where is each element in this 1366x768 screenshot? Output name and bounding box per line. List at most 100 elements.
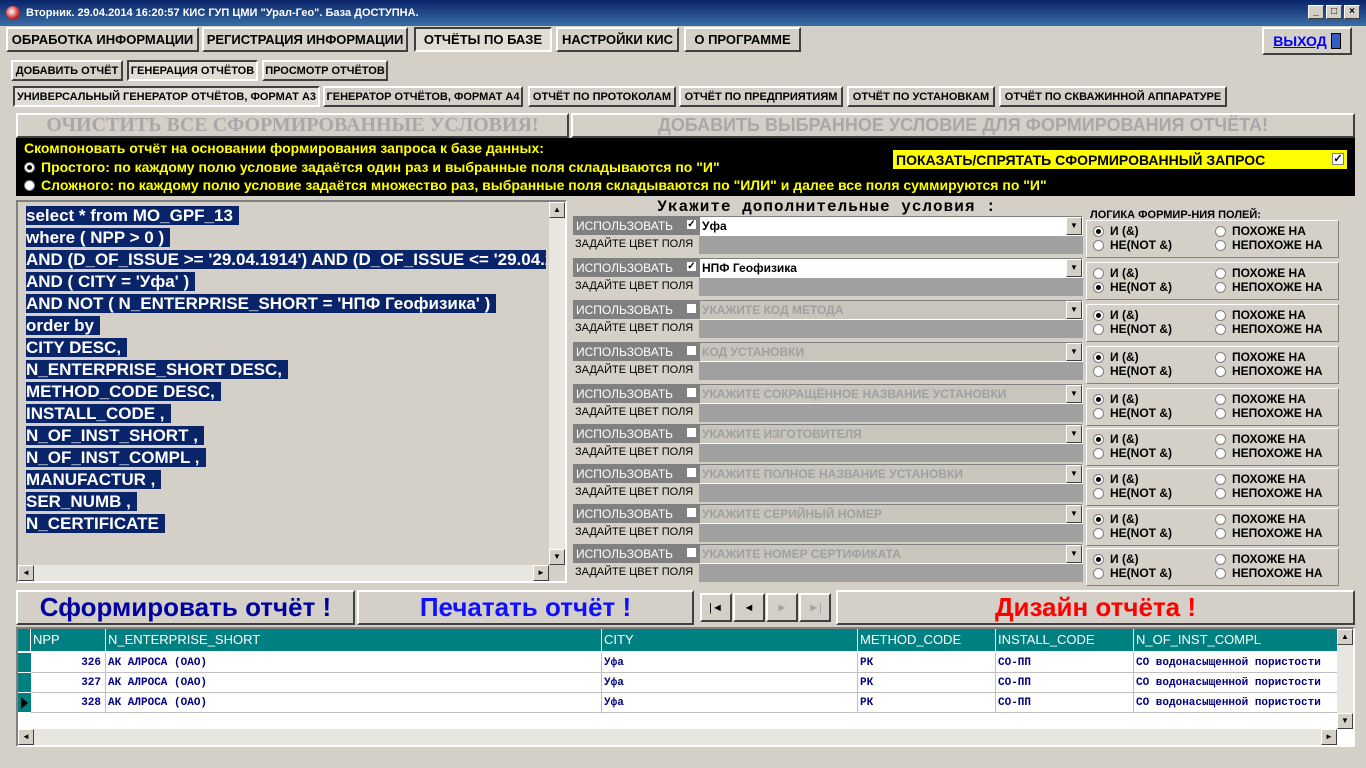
- use-condition-toggle[interactable]: ИСПОЛЬЗОВАТЬ: [573, 424, 699, 443]
- first-record-icon[interactable]: |◄: [700, 593, 732, 622]
- use-condition-toggle[interactable]: ИСПОЛЬЗОВАТЬ: [573, 544, 699, 563]
- logic-radio[interactable]: [1215, 407, 1226, 419]
- logic-radio[interactable]: [1093, 239, 1104, 251]
- grid-cell[interactable]: РК: [858, 693, 996, 713]
- grid-cell[interactable]: СО водонасыщенной пористости: [1134, 673, 1339, 693]
- set-field-color-button[interactable]: ЗАДАЙТЕ ЦВЕТ ПОЛЯ: [573, 564, 699, 581]
- chevron-down-icon[interactable]: ▼: [1066, 385, 1082, 403]
- logic-option-and[interactable]: И (&): [1093, 266, 1139, 280]
- logic-option-and[interactable]: И (&): [1093, 308, 1139, 322]
- logic-option-and[interactable]: И (&): [1093, 552, 1139, 566]
- chevron-down-icon[interactable]: ▼: [1066, 545, 1082, 563]
- use-checkbox[interactable]: [686, 547, 697, 558]
- tab-downhole-equipment[interactable]: ОТЧЁТ ПО СКВАЖИННОЙ АППАРАТУРЕ: [999, 86, 1227, 107]
- set-field-color-button[interactable]: ЗАДАЙТЕ ЦВЕТ ПОЛЯ: [573, 278, 699, 295]
- chevron-down-icon[interactable]: ▼: [1066, 343, 1082, 361]
- use-condition-toggle[interactable]: ИСПОЛЬЗОВАТЬ: [573, 464, 699, 483]
- logic-option-notlike[interactable]: НЕПОХОЖЕ НА: [1215, 566, 1323, 580]
- logic-radio[interactable]: [1093, 487, 1104, 499]
- logic-radio[interactable]: [1215, 225, 1226, 237]
- use-checkbox[interactable]: ✓: [686, 261, 697, 272]
- logic-radio[interactable]: [1215, 567, 1226, 579]
- logic-option-not[interactable]: НЕ(NOT &): [1093, 238, 1172, 252]
- logic-radio[interactable]: [1093, 567, 1104, 579]
- sql-text[interactable]: select * from MO_GPF_13 where ( NPP > 0 …: [26, 205, 546, 535]
- logic-option-and[interactable]: И (&): [1093, 432, 1139, 446]
- set-field-color-button[interactable]: ЗАДАЙТЕ ЦВЕТ ПОЛЯ: [573, 484, 699, 501]
- logic-option-not[interactable]: НЕ(NOT &): [1093, 280, 1172, 294]
- logic-option-not[interactable]: НЕ(NOT &): [1093, 322, 1172, 336]
- logic-radio[interactable]: [1093, 281, 1104, 293]
- condition-combo[interactable]: Уфа ▼: [699, 216, 1083, 236]
- use-condition-toggle[interactable]: ИСПОЛЬЗОВАТЬ ✓: [573, 258, 699, 277]
- use-checkbox[interactable]: [686, 467, 697, 478]
- grid-column-header[interactable]: CITY: [602, 629, 858, 651]
- logic-radio[interactable]: [1093, 513, 1104, 525]
- logic-option-not[interactable]: НЕ(NOT &): [1093, 486, 1172, 500]
- logic-radio[interactable]: [1215, 433, 1226, 445]
- row-indicator[interactable]: [18, 673, 31, 693]
- condition-combo[interactable]: НПФ Геофизика ▼: [699, 258, 1083, 278]
- logic-radio[interactable]: [1093, 351, 1104, 363]
- menu-settings[interactable]: НАСТРОЙКИ КИС: [556, 27, 679, 52]
- sql-vertical-scrollbar[interactable]: ▲ ▼: [549, 202, 565, 565]
- logic-radio[interactable]: [1093, 473, 1104, 485]
- menu-registration[interactable]: РЕГИСТРАЦИЯ ИНФОРМАЦИИ: [202, 27, 408, 52]
- logic-radio[interactable]: [1215, 473, 1226, 485]
- sql-horizontal-scrollbar[interactable]: ◄ ►: [18, 565, 549, 581]
- condition-combo[interactable]: УКАЖИТЕ КОД МЕТОДА ▼: [699, 300, 1083, 320]
- chevron-down-icon[interactable]: ▼: [1066, 301, 1082, 319]
- logic-option-like[interactable]: ПОХОЖЕ НА: [1215, 224, 1306, 238]
- logic-radio[interactable]: [1093, 527, 1104, 539]
- grid-cell[interactable]: 328: [31, 693, 106, 713]
- use-condition-toggle[interactable]: ИСПОЛЬЗОВАТЬ ✓: [573, 216, 699, 235]
- prev-record-icon[interactable]: ◄: [733, 593, 765, 622]
- logic-radio[interactable]: [1215, 281, 1226, 293]
- logic-radio[interactable]: [1215, 513, 1226, 525]
- tab-installations[interactable]: ОТЧЁТ ПО УСТАНОВКАМ: [847, 86, 995, 107]
- use-condition-toggle[interactable]: ИСПОЛЬЗОВАТЬ: [573, 342, 699, 361]
- logic-option-and[interactable]: И (&): [1093, 512, 1139, 526]
- logic-radio[interactable]: [1093, 225, 1104, 237]
- tab-generator-a4[interactable]: ГЕНЕРАТОР ОТЧЁТОВ, ФОРМАТ А4: [323, 86, 523, 107]
- logic-option-like[interactable]: ПОХОЖЕ НА: [1215, 392, 1306, 406]
- chevron-down-icon[interactable]: ▼: [1066, 259, 1082, 277]
- grid-cell[interactable]: РК: [858, 653, 996, 673]
- logic-radio[interactable]: [1093, 323, 1104, 335]
- show-query-checkbox[interactable]: ✓: [1332, 153, 1344, 165]
- scroll-right-icon[interactable]: ►: [1321, 729, 1337, 745]
- add-report-button[interactable]: ДОБАВИТЬ ОТЧЁТ: [11, 60, 123, 81]
- logic-option-and[interactable]: И (&): [1093, 350, 1139, 364]
- tab-universal-a3[interactable]: УНИВЕРСАЛЬНЫЙ ГЕНЕРАТОР ОТЧЁТОВ, ФОРМАТ …: [13, 86, 320, 107]
- chevron-down-icon[interactable]: ▼: [1066, 505, 1082, 523]
- complex-mode-option[interactable]: Сложного: по каждому полю условие задаёт…: [24, 177, 1047, 193]
- use-checkbox[interactable]: [686, 387, 697, 398]
- grid-vertical-scrollbar[interactable]: ▲ ▼: [1337, 629, 1353, 729]
- maximize-button[interactable]: □: [1326, 5, 1342, 19]
- set-field-color-button[interactable]: ЗАДАЙТЕ ЦВЕТ ПОЛЯ: [573, 362, 699, 379]
- condition-combo[interactable]: УКАЖИТЕ ИЗГОТОВИТЕЛЯ ▼: [699, 424, 1083, 444]
- condition-combo[interactable]: УКАЖИТЕ ПОЛНОЕ НАЗВАНИЕ УСТАНОВКИ ▼: [699, 464, 1083, 484]
- chevron-down-icon[interactable]: ▼: [1066, 217, 1082, 235]
- logic-option-notlike[interactable]: НЕПОХОЖЕ НА: [1215, 406, 1323, 420]
- grid-cell[interactable]: СО водонасыщенной пористости: [1134, 693, 1339, 713]
- logic-radio[interactable]: [1215, 309, 1226, 321]
- logic-option-not[interactable]: НЕ(NOT &): [1093, 566, 1172, 580]
- logic-radio[interactable]: [1215, 267, 1226, 279]
- logic-radio[interactable]: [1093, 365, 1104, 377]
- grid-cell[interactable]: АК АЛРОСА (ОАО): [106, 653, 602, 673]
- logic-option-like[interactable]: ПОХОЖЕ НА: [1215, 472, 1306, 486]
- logic-option-like[interactable]: ПОХОЖЕ НА: [1215, 350, 1306, 364]
- grid-horizontal-scrollbar[interactable]: ◄ ►: [18, 729, 1337, 745]
- use-checkbox[interactable]: [686, 345, 697, 356]
- grid-column-header[interactable]: NPP: [31, 629, 106, 651]
- chevron-down-icon[interactable]: ▼: [1066, 425, 1082, 443]
- view-reports-button[interactable]: ПРОСМОТР ОТЧЁТОВ: [262, 60, 388, 81]
- scroll-up-icon[interactable]: ▲: [549, 202, 565, 218]
- use-checkbox[interactable]: ✓: [686, 219, 697, 230]
- condition-combo[interactable]: УКАЖИТЕ СОКРАЩЁННОЕ НАЗВАНИЕ УСТАНОВКИ ▼: [699, 384, 1083, 404]
- grid-cell[interactable]: Уфа: [602, 653, 858, 673]
- logic-option-and[interactable]: И (&): [1093, 392, 1139, 406]
- tab-enterprises[interactable]: ОТЧЁТ ПО ПРЕДПРИЯТИЯМ: [679, 86, 843, 107]
- grid-cell[interactable]: СО-ПП: [996, 673, 1134, 693]
